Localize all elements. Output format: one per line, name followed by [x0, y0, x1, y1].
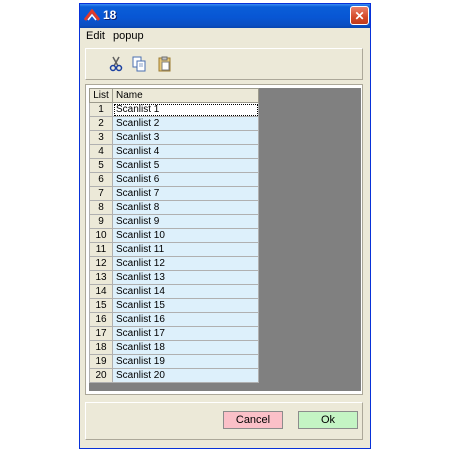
- scanlist-name-cell[interactable]: Scanlist 19: [112, 354, 259, 369]
- table-row[interactable]: 10 Scanlist 10: [89, 228, 259, 243]
- table-row[interactable]: 12 Scanlist 12: [89, 256, 259, 271]
- close-button[interactable]: ✕: [350, 6, 369, 25]
- dialog-window: 18 ✕ Edit popup List Name 1 Scanlist 1 2…: [79, 3, 371, 449]
- table-row[interactable]: 20 Scanlist 20: [89, 368, 259, 383]
- scanlist-name-cell[interactable]: Scanlist 1: [112, 102, 259, 117]
- table-row[interactable]: 4 Scanlist 4: [89, 144, 259, 159]
- row-number: 2: [89, 116, 113, 131]
- scanlist-name-cell[interactable]: Scanlist 7: [112, 186, 259, 201]
- table-row[interactable]: 8 Scanlist 8: [89, 200, 259, 215]
- row-number: 16: [89, 312, 113, 327]
- scanlist-name-cell[interactable]: Scanlist 17: [112, 326, 259, 341]
- row-number: 12: [89, 256, 113, 271]
- table-row[interactable]: 11 Scanlist 11: [89, 242, 259, 257]
- row-number: 11: [89, 242, 113, 257]
- cut-icon[interactable]: [108, 56, 124, 72]
- row-number: 6: [89, 172, 113, 187]
- scanlist-name-cell[interactable]: Scanlist 10: [112, 228, 259, 243]
- row-number: 5: [89, 158, 113, 173]
- column-header-list[interactable]: List: [89, 88, 113, 103]
- table-row[interactable]: 7 Scanlist 7: [89, 186, 259, 201]
- scanlist-name-cell[interactable]: Scanlist 5: [112, 158, 259, 173]
- scanlist-table: List Name 1 Scanlist 1 2 Scanlist 2 3 Scanlis…: [89, 88, 259, 383]
- table-row[interactable]: 1 Scanlist 1: [89, 102, 259, 117]
- menu-bar: Edit popup: [80, 28, 370, 45]
- row-number: 19: [89, 354, 113, 369]
- cancel-button[interactable]: Cancel: [223, 411, 283, 429]
- row-number: 10: [89, 228, 113, 243]
- app-logo-icon: [84, 9, 100, 21]
- row-number: 15: [89, 298, 113, 313]
- list-panel: List Name 1 Scanlist 1 2 Scanlist 2 3 Scanlis…: [85, 84, 363, 395]
- table-row[interactable]: 5 Scanlist 5: [89, 158, 259, 173]
- ok-button[interactable]: Ok: [298, 411, 358, 429]
- table-row[interactable]: 2 Scanlist 2: [89, 116, 259, 131]
- paste-icon[interactable]: [157, 56, 173, 72]
- scanlist-name-cell[interactable]: Scanlist 8: [112, 200, 259, 215]
- table-header-row: List Name: [89, 88, 259, 103]
- copy-icon[interactable]: [131, 56, 147, 72]
- row-number: 9: [89, 214, 113, 229]
- row-number: 20: [89, 368, 113, 383]
- scanlist-name-cell[interactable]: Scanlist 20: [112, 368, 259, 383]
- table-row[interactable]: 6 Scanlist 6: [89, 172, 259, 187]
- table-row[interactable]: 13 Scanlist 13: [89, 270, 259, 285]
- button-panel: Cancel Ok: [85, 402, 363, 440]
- table-row[interactable]: 18 Scanlist 18: [89, 340, 259, 355]
- title-bar[interactable]: 18 ✕: [80, 4, 370, 28]
- scanlist-name-cell[interactable]: Scanlist 15: [112, 298, 259, 313]
- column-header-name[interactable]: Name: [112, 88, 259, 103]
- scanlist-name-cell[interactable]: Scanlist 13: [112, 270, 259, 285]
- table-row[interactable]: 14 Scanlist 14: [89, 284, 259, 299]
- table-body: 1 Scanlist 1 2 Scanlist 2 3 Scanlist 3 4 Scanli…: [89, 102, 259, 383]
- window-title: 18: [103, 8, 117, 22]
- row-number: 18: [89, 340, 113, 355]
- scanlist-name-cell[interactable]: Scanlist 11: [112, 242, 259, 257]
- row-number: 13: [89, 270, 113, 285]
- scanlist-name-cell[interactable]: Scanlist 3: [112, 130, 259, 145]
- scanlist-name-cell[interactable]: Scanlist 2: [112, 116, 259, 131]
- row-number: 17: [89, 326, 113, 341]
- scanlist-name-cell[interactable]: Scanlist 4: [112, 144, 259, 159]
- row-number: 1: [89, 102, 113, 117]
- grid-area: List Name 1 Scanlist 1 2 Scanlist 2 3 Scanlis…: [89, 88, 361, 391]
- scanlist-name-cell[interactable]: Scanlist 9: [112, 214, 259, 229]
- scanlist-name-cell[interactable]: Scanlist 14: [112, 284, 259, 299]
- menu-edit[interactable]: Edit: [86, 30, 105, 42]
- row-number: 3: [89, 130, 113, 145]
- table-row[interactable]: 19 Scanlist 19: [89, 354, 259, 369]
- toolbar: [85, 48, 363, 80]
- table-row[interactable]: 16 Scanlist 16: [89, 312, 259, 327]
- table-row[interactable]: 15 Scanlist 15: [89, 298, 259, 313]
- close-icon: ✕: [354, 8, 365, 23]
- scanlist-name-cell[interactable]: Scanlist 12: [112, 256, 259, 271]
- row-number: 14: [89, 284, 113, 299]
- menu-popup[interactable]: popup: [113, 30, 144, 42]
- scanlist-name-cell[interactable]: Scanlist 16: [112, 312, 259, 327]
- row-number: 7: [89, 186, 113, 201]
- table-row[interactable]: 3 Scanlist 3: [89, 130, 259, 145]
- scanlist-name-cell[interactable]: Scanlist 18: [112, 340, 259, 355]
- table-row[interactable]: 17 Scanlist 17: [89, 326, 259, 341]
- scanlist-name-cell[interactable]: Scanlist 6: [112, 172, 259, 187]
- row-number: 4: [89, 144, 113, 159]
- row-number: 8: [89, 200, 113, 215]
- table-row[interactable]: 9 Scanlist 9: [89, 214, 259, 229]
